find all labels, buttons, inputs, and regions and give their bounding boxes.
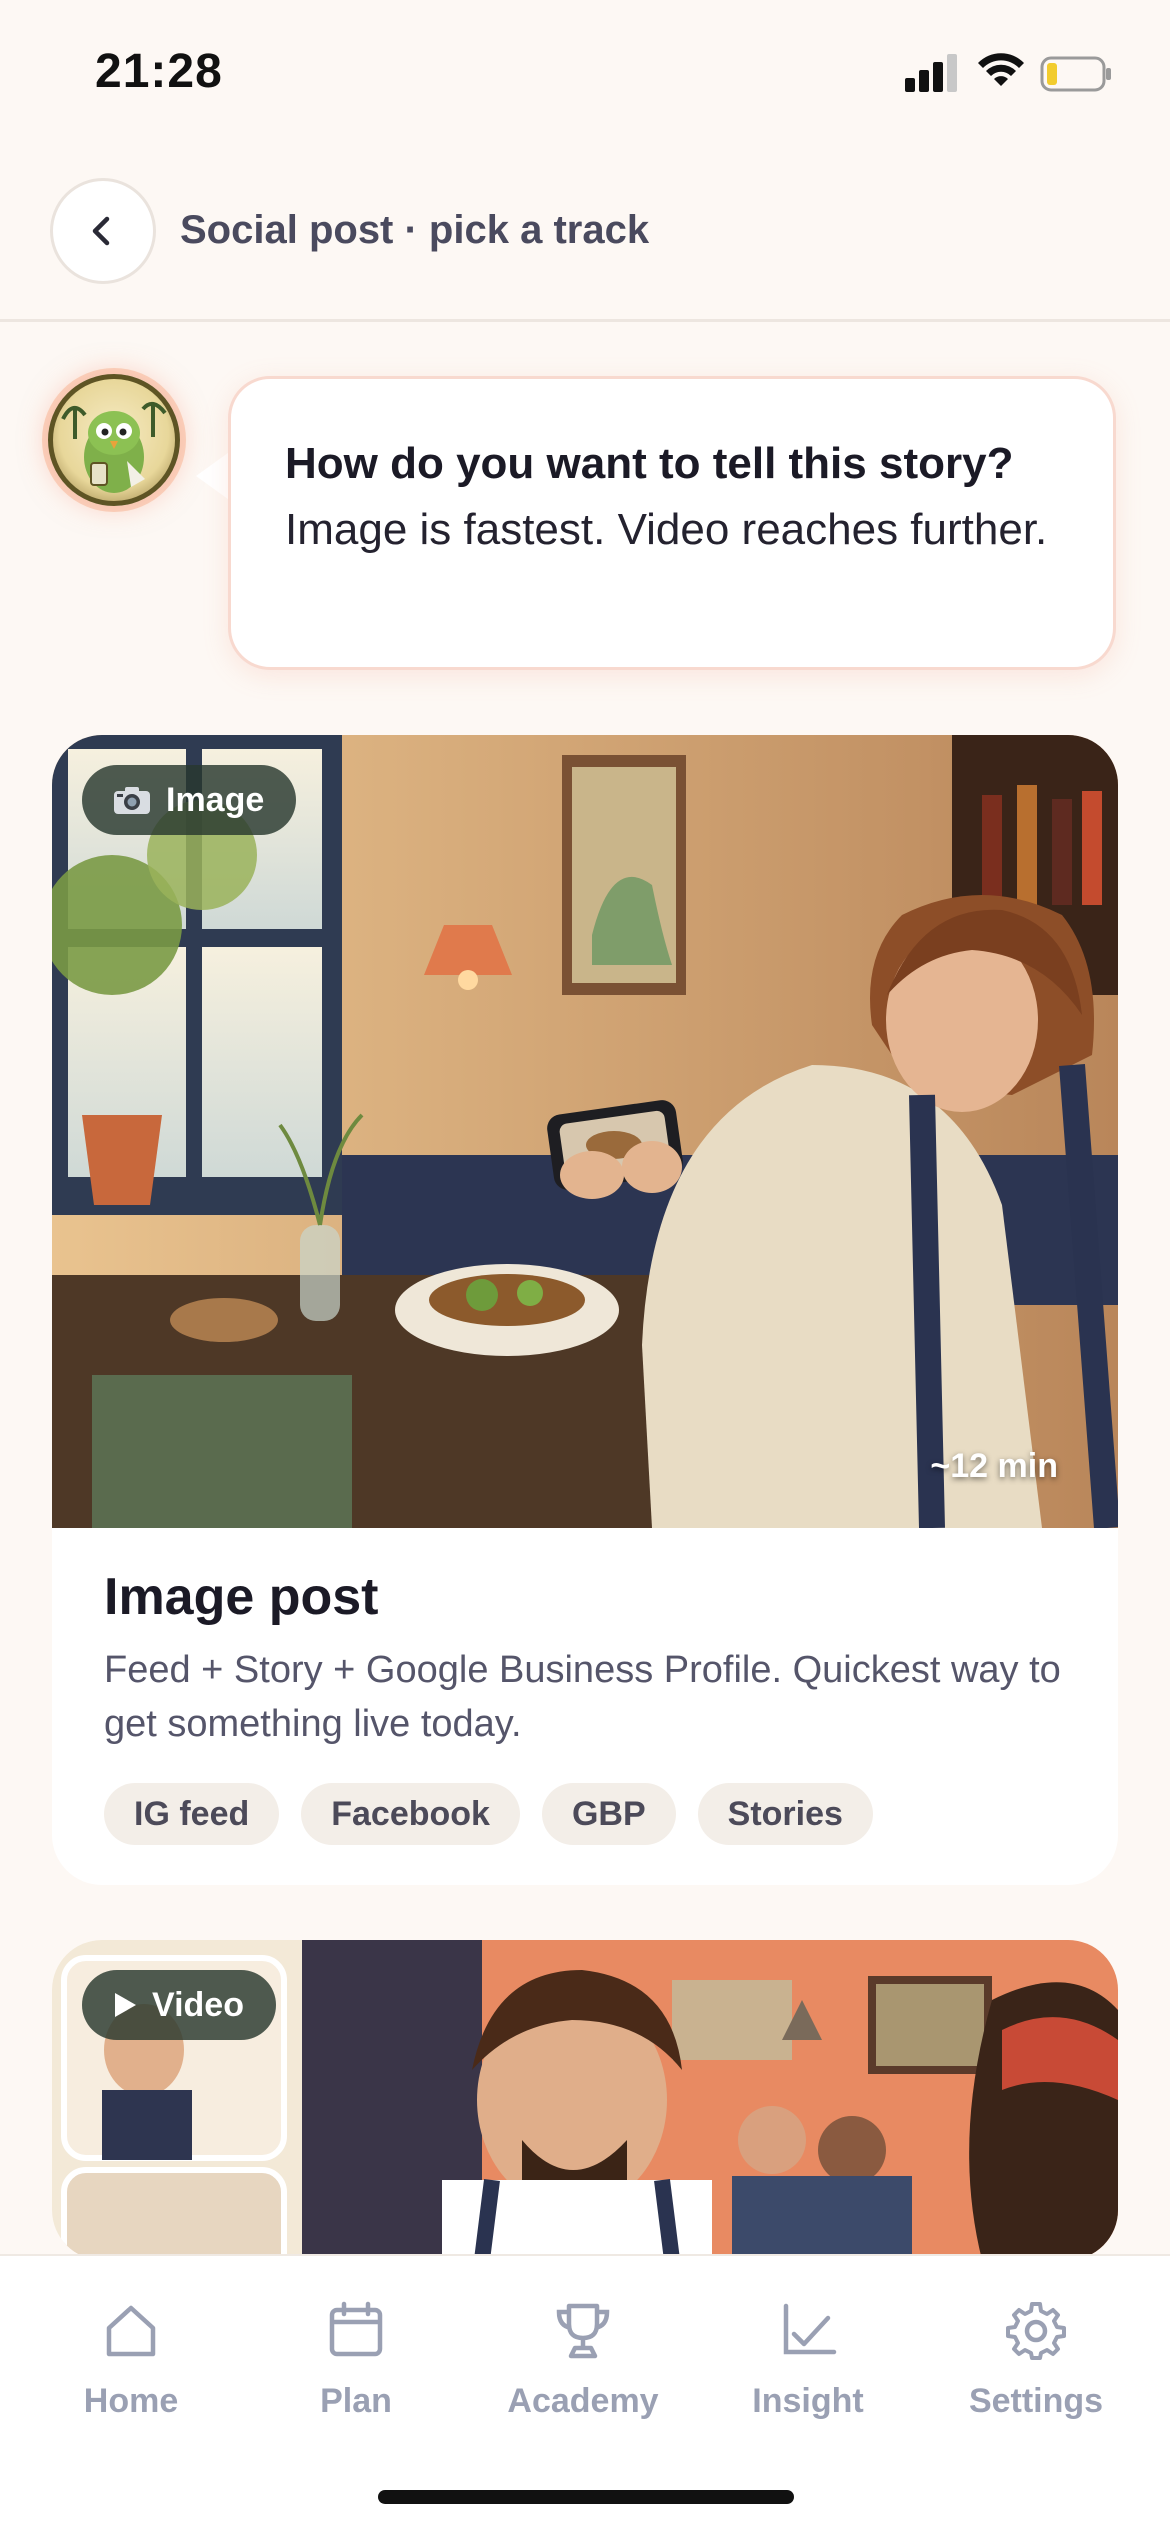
home-icon	[106, 2305, 156, 2357]
play-icon	[115, 1993, 136, 2017]
chart-icon	[783, 2303, 837, 2355]
camera-icon	[114, 787, 150, 814]
home-indicator[interactable]	[378, 2490, 794, 2504]
assistant-avatar	[48, 374, 180, 506]
status-time: 21:28	[95, 45, 223, 98]
page-title: Social post · pick a track	[180, 208, 650, 252]
image-post-option-card[interactable]: Image ~12 min Image post Feed + Story + …	[52, 735, 1118, 1885]
video-badge-label: Video	[152, 1985, 244, 2024]
tab-academy-label: Academy	[507, 2382, 659, 2420]
chip-facebook: Facebook	[301, 1783, 520, 1845]
speech-bubble-tail	[196, 450, 232, 502]
duration-label: ~12 min	[930, 1447, 1058, 1485]
gear-icon	[1006, 2302, 1066, 2360]
card-title: Image post	[104, 1568, 379, 1626]
cellular-signal-icon	[905, 52, 957, 92]
tab-insight-label: Insight	[752, 2382, 864, 2420]
image-post-illustration	[52, 735, 1118, 1528]
card-description: Feed + Story + Google Business Profile. …	[104, 1649, 1061, 1745]
tab-plan-label: Plan	[320, 2382, 392, 2420]
tab-plan[interactable]: Plan	[266, 2300, 446, 2450]
video-badge: Video	[82, 1970, 276, 2040]
chip-stories: Stories	[697, 1783, 873, 1845]
image-badge-label: Image	[166, 780, 265, 819]
tab-academy[interactable]: Academy	[493, 2300, 673, 2450]
tab-settings-label: Settings	[968, 2382, 1104, 2420]
image-badge: Image	[82, 765, 297, 835]
wifi-icon	[978, 53, 1024, 86]
tab-insight[interactable]: Insight	[718, 2300, 898, 2450]
trophy-icon	[556, 2303, 610, 2359]
screen: 21:28 Social post · pick a track How do …	[0, 0, 1170, 2532]
tab-home-label: Home	[83, 2382, 179, 2420]
back-button[interactable]	[50, 178, 156, 284]
tab-home[interactable]: Home	[41, 2300, 221, 2450]
status-bar: 21:28	[0, 0, 1170, 150]
assistant-message-emphasis: How do you want to tell this story?	[285, 439, 1014, 488]
calendar-icon	[329, 2301, 383, 2357]
chip-ig-feed: IG feed	[104, 1783, 280, 1845]
assistant-message: How do you want to tell this story? Imag…	[285, 431, 1061, 563]
tab-settings[interactable]: Settings	[946, 2300, 1126, 2450]
chevron-left-icon	[92, 216, 110, 246]
assistant-message-bubble: How do you want to tell this story? Imag…	[228, 376, 1116, 670]
assistant-message-body: Image is fastest. Video reaches further.	[285, 505, 1048, 554]
platform-chips: IG feed Facebook GBP Stories	[104, 1783, 873, 1845]
nav-header: Social post · pick a track	[0, 150, 1170, 322]
video-post-option-card[interactable]: Video	[52, 1940, 1118, 2260]
chip-gbp: GBP	[541, 1783, 676, 1845]
battery-icon	[1040, 56, 1111, 92]
